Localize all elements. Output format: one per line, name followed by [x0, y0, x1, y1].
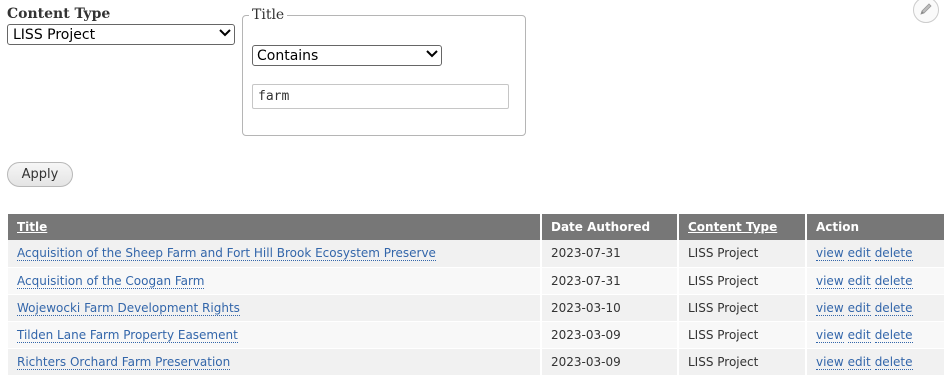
apply-button[interactable]: Apply [7, 162, 73, 187]
chevron-down-icon [423, 50, 441, 61]
title-filter-fieldset [242, 15, 526, 136]
row-title-link[interactable]: Tilden Lane Farm Property Easement [17, 327, 238, 343]
results-table: Title Date Authored Content Type Action … [8, 214, 944, 376]
edit-link[interactable]: edit [847, 300, 871, 316]
row-actions-cell: view edit delete [806, 294, 944, 322]
row-title-cell: Acquisition of the Coogan Farm [8, 267, 542, 295]
delete-link[interactable]: delete [874, 273, 913, 289]
row-date-cell: 2023-03-09 [541, 348, 679, 376]
title-filter-legend: Title [249, 7, 288, 23]
row-title-link[interactable]: Acquisition of the Sheep Farm and Fort H… [17, 246, 436, 262]
title-search-input[interactable] [252, 84, 509, 109]
table-row: Wojewocki Farm Development Rights 2023-0… [8, 294, 944, 322]
view-link[interactable]: view [816, 300, 844, 316]
column-header-content-type[interactable]: Content Type [678, 214, 807, 240]
content-type-select[interactable]: LISS Project [7, 24, 235, 45]
row-title-cell: Tilden Lane Farm Property Easement [8, 321, 542, 349]
table-header-row: Title Date Authored Content Type Action [8, 214, 944, 240]
row-title-link[interactable]: Wojewocki Farm Development Rights [17, 300, 240, 316]
row-actions-cell: view edit delete [806, 321, 944, 349]
row-title-cell: Acquisition of the Sheep Farm and Fort H… [8, 240, 542, 268]
edit-link[interactable]: edit [847, 273, 871, 289]
row-date-cell: 2023-03-10 [541, 294, 679, 322]
content-type-label: Content Type [7, 6, 111, 22]
row-type-cell: LISS Project [678, 348, 807, 376]
row-type-cell: LISS Project [678, 240, 807, 268]
row-type-cell: LISS Project [678, 294, 807, 322]
table-row: Acquisition of the Sheep Farm and Fort H… [8, 240, 944, 268]
edit-page-button[interactable] [913, 0, 939, 23]
delete-link[interactable]: delete [874, 300, 913, 316]
content-type-selected-value: LISS Project [13, 26, 96, 43]
delete-link[interactable]: delete [874, 327, 913, 343]
view-link[interactable]: view [816, 327, 844, 343]
row-actions-cell: view edit delete [806, 240, 944, 268]
row-type-cell: LISS Project [678, 267, 807, 295]
view-link[interactable]: view [816, 273, 844, 289]
table-row: Acquisition of the Coogan Farm 2023-07-3… [8, 267, 944, 295]
title-operator-value: Contains [257, 47, 319, 64]
row-title-cell: Richters Orchard Farm Preservation [8, 348, 542, 376]
column-header-title[interactable]: Title [8, 214, 542, 240]
edit-link[interactable]: edit [847, 246, 871, 262]
column-header-date: Date Authored [541, 214, 679, 240]
edit-link[interactable]: edit [847, 354, 871, 370]
row-title-link[interactable]: Acquisition of the Coogan Farm [17, 273, 205, 289]
title-operator-select[interactable]: Contains [252, 45, 442, 66]
edit-link[interactable]: edit [847, 327, 871, 343]
row-actions-cell: view edit delete [806, 267, 944, 295]
row-type-cell: LISS Project [678, 321, 807, 349]
row-date-cell: 2023-07-31 [541, 267, 679, 295]
view-link[interactable]: view [816, 246, 844, 262]
row-date-cell: 2023-03-09 [541, 321, 679, 349]
table-row: Richters Orchard Farm Preservation 2023-… [8, 348, 944, 376]
delete-link[interactable]: delete [874, 246, 913, 262]
column-header-action: Action [806, 214, 944, 240]
view-link[interactable]: view [816, 354, 844, 370]
row-title-link[interactable]: Richters Orchard Farm Preservation [17, 354, 231, 370]
pencil-icon [919, 1, 933, 20]
chevron-down-icon [216, 29, 234, 40]
row-title-cell: Wojewocki Farm Development Rights [8, 294, 542, 322]
row-date-cell: 2023-07-31 [541, 240, 679, 268]
table-row: Tilden Lane Farm Property Easement 2023-… [8, 321, 944, 349]
row-actions-cell: view edit delete [806, 348, 944, 376]
delete-link[interactable]: delete [874, 354, 913, 370]
